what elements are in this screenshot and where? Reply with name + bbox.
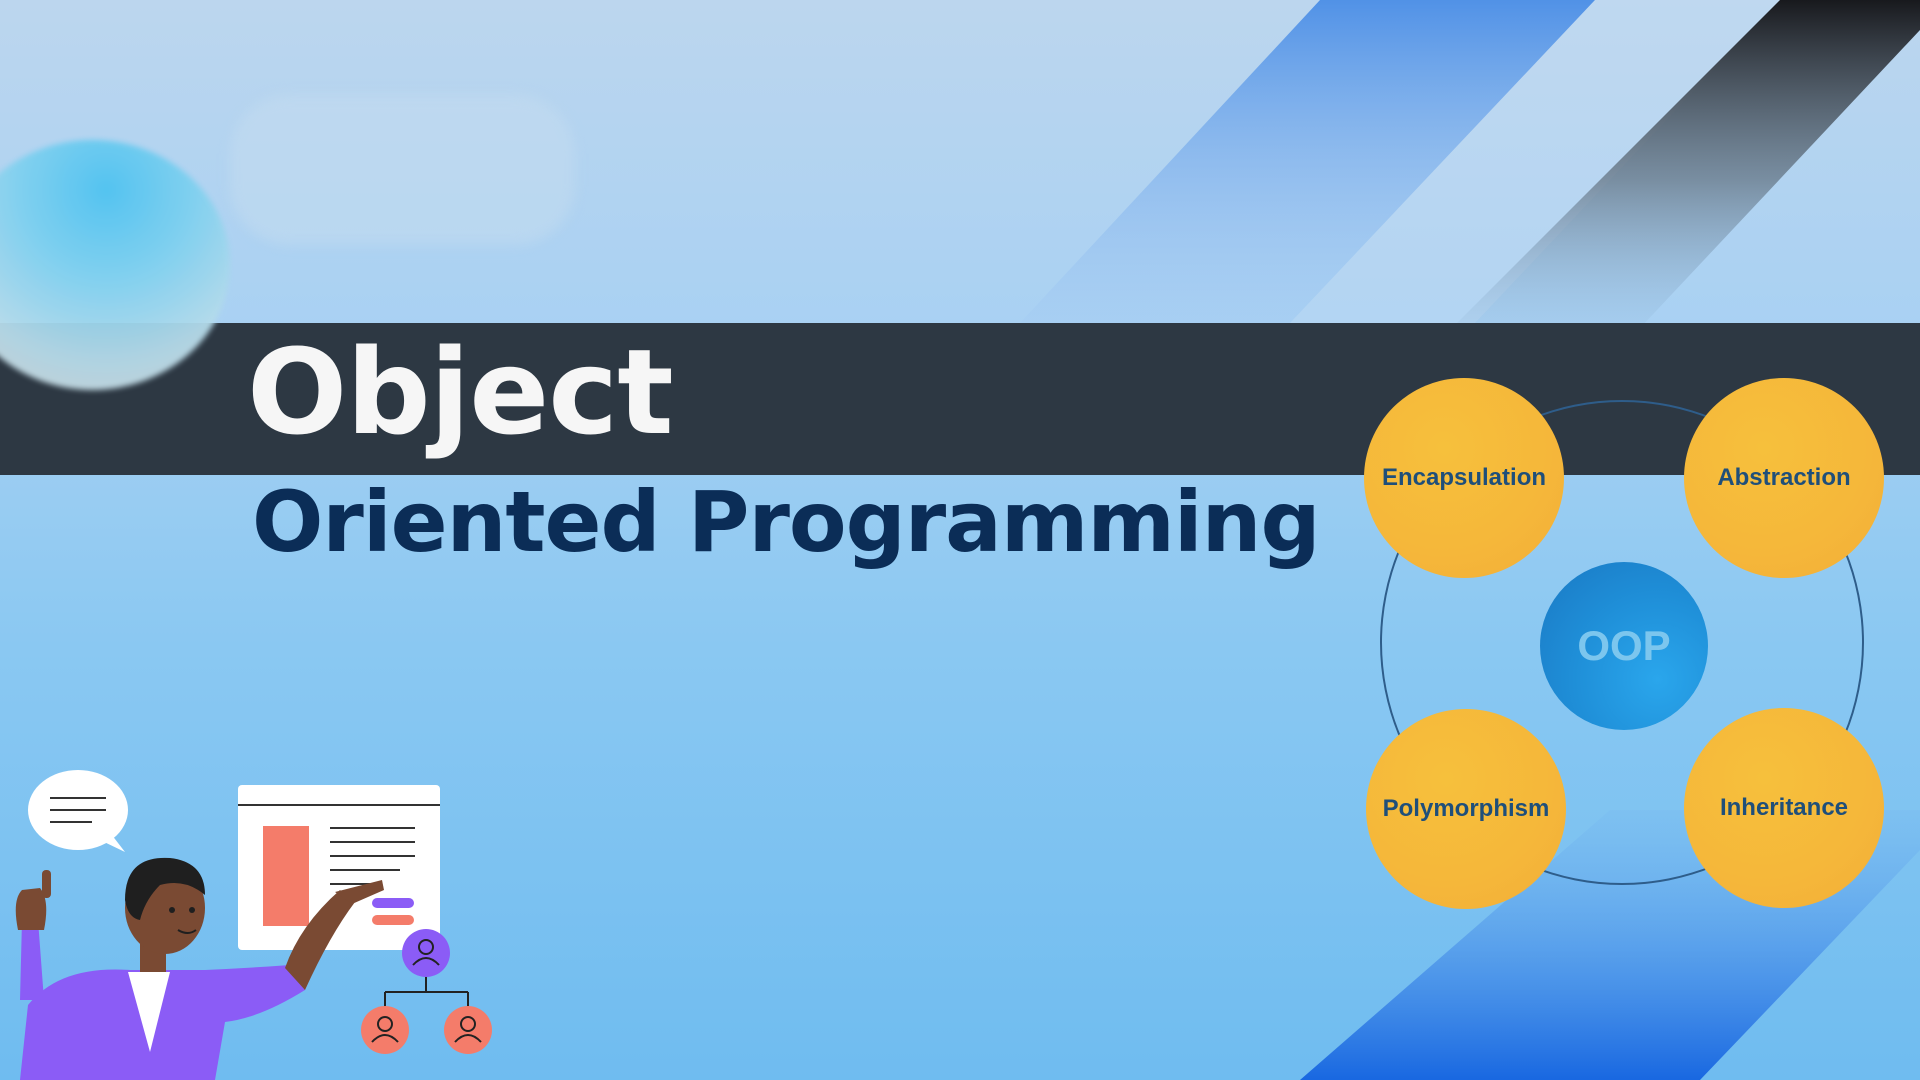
node-polymorphism: Polymorphism	[1366, 709, 1566, 909]
node-abstraction: Abstraction	[1684, 378, 1884, 578]
soft-blob	[230, 95, 575, 245]
oop-center-label: OOP	[1577, 622, 1671, 669]
title-oriented-programming: Oriented Programming	[252, 473, 1321, 571]
node-encapsulation: Encapsulation	[1364, 378, 1564, 578]
node-inheritance-label: Inheritance	[1719, 794, 1849, 821]
presenter-illustration	[15, 770, 492, 1080]
oop-diagram: OOP Encapsulation Abstraction Polymorphi…	[1360, 378, 1884, 910]
title-object: Object	[247, 323, 674, 461]
user-icon	[444, 1006, 492, 1054]
user-icon	[361, 1006, 409, 1054]
speech-bubble-icon	[28, 770, 128, 852]
node-polymorphism-label: Polymorphism	[1382, 795, 1550, 822]
oop-center-node: OOP	[1540, 562, 1708, 730]
node-inheritance: Inheritance	[1684, 708, 1884, 908]
node-abstraction-label: Abstraction	[1717, 464, 1851, 491]
node-encapsulation-label: Encapsulation	[1381, 464, 1547, 491]
user-icon	[402, 929, 450, 977]
